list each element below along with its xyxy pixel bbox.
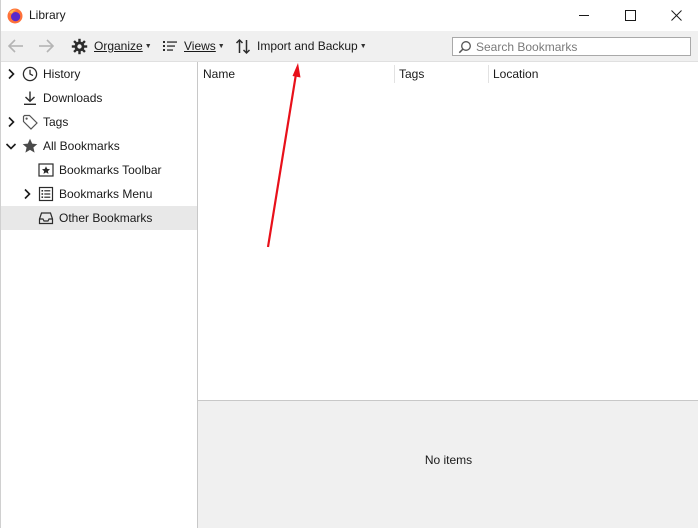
search-icon bbox=[458, 40, 471, 53]
sidebar-item-label: Bookmarks Menu bbox=[59, 187, 153, 201]
chevron-down-icon[interactable] bbox=[5, 140, 17, 152]
organize-button[interactable]: Organize ▼ bbox=[71, 31, 152, 61]
import-backup-button[interactable]: Import and Backup ▼ bbox=[235, 31, 367, 61]
chevron-right-icon[interactable] bbox=[21, 188, 33, 200]
details-pane: No items bbox=[198, 400, 698, 528]
star-icon bbox=[22, 138, 38, 153]
gear-icon bbox=[71, 38, 88, 54]
sidebar-item-label: Bookmarks Toolbar bbox=[59, 163, 162, 177]
column-header-location[interactable]: Location bbox=[488, 62, 698, 86]
sidebar-item-label: All Bookmarks bbox=[43, 139, 120, 153]
title-bar: Library bbox=[1, 0, 698, 31]
chevron-down-icon: ▼ bbox=[144, 42, 152, 50]
chevron-down-icon: ▼ bbox=[359, 42, 367, 50]
bookmarks-menu-icon bbox=[38, 186, 54, 202]
column-header-label: Tags bbox=[399, 67, 425, 81]
sidebar-item-tags[interactable]: Tags bbox=[1, 110, 197, 134]
close-icon bbox=[670, 10, 682, 21]
arrow-right-icon bbox=[39, 39, 55, 53]
tray-icon bbox=[38, 212, 54, 225]
column-header-label: Location bbox=[493, 67, 539, 81]
sidebar-item-label: Downloads bbox=[43, 91, 103, 105]
views-label: Views bbox=[184, 39, 216, 53]
sidebar-item-label: Tags bbox=[43, 115, 69, 129]
back-button[interactable] bbox=[7, 31, 25, 61]
sidebar-item-all-bookmarks[interactable]: All Bookmarks bbox=[1, 134, 197, 158]
chevron-down-icon: ▼ bbox=[217, 42, 225, 50]
column-header-label: Name bbox=[203, 67, 236, 81]
column-header-name[interactable]: Name bbox=[198, 62, 394, 86]
library-window: Library Organize ▼ Views ▼ Import and Ba… bbox=[0, 0, 698, 528]
column-header-tags[interactable]: Tags bbox=[394, 62, 488, 86]
sidebar-item-bookmarks-menu[interactable]: Bookmarks Menu bbox=[1, 182, 197, 206]
maximize-button[interactable] bbox=[607, 0, 653, 31]
download-icon bbox=[24, 91, 36, 106]
maximize-icon bbox=[624, 10, 636, 21]
chevron-right-icon[interactable] bbox=[5, 116, 17, 128]
sidebar-item-label: Other Bookmarks bbox=[59, 211, 153, 225]
up-down-arrows-icon bbox=[235, 38, 251, 54]
list-icon bbox=[163, 41, 177, 51]
sidebar-item-label: History bbox=[43, 67, 81, 81]
column-header-row: Name Tags Location bbox=[198, 62, 698, 86]
views-button[interactable]: Views ▼ bbox=[162, 31, 225, 61]
window-title: Library bbox=[29, 8, 66, 22]
forward-button[interactable] bbox=[37, 31, 55, 61]
library-sidebar: History Downloads Tags All Bookmarks Boo… bbox=[1, 62, 198, 528]
sidebar-item-other-bookmarks[interactable]: Other Bookmarks bbox=[1, 206, 197, 230]
sidebar-item-history[interactable]: History bbox=[1, 62, 197, 86]
clock-icon bbox=[22, 66, 38, 82]
bookmarks-list[interactable]: Name Tags Location bbox=[198, 62, 698, 400]
search-input[interactable] bbox=[472, 38, 686, 55]
bookmarks-toolbar-icon bbox=[38, 163, 54, 177]
organize-label: Organize bbox=[94, 39, 143, 53]
empty-state-text: No items bbox=[424, 453, 473, 467]
sidebar-item-downloads[interactable]: Downloads bbox=[1, 86, 197, 110]
chevron-right-icon[interactable] bbox=[5, 68, 17, 80]
import-backup-label: Import and Backup bbox=[257, 39, 358, 53]
close-button[interactable] bbox=[653, 0, 698, 31]
minimize-icon bbox=[578, 15, 589, 16]
firefox-icon bbox=[7, 8, 23, 24]
search-box[interactable] bbox=[452, 37, 691, 56]
sidebar-item-bookmarks-toolbar[interactable]: Bookmarks Toolbar bbox=[1, 158, 197, 182]
tag-icon bbox=[22, 114, 38, 130]
arrow-left-icon bbox=[7, 39, 23, 53]
library-toolbar: Organize ▼ Views ▼ Import and Backup ▼ S… bbox=[1, 31, 698, 62]
minimize-button[interactable] bbox=[561, 0, 607, 31]
